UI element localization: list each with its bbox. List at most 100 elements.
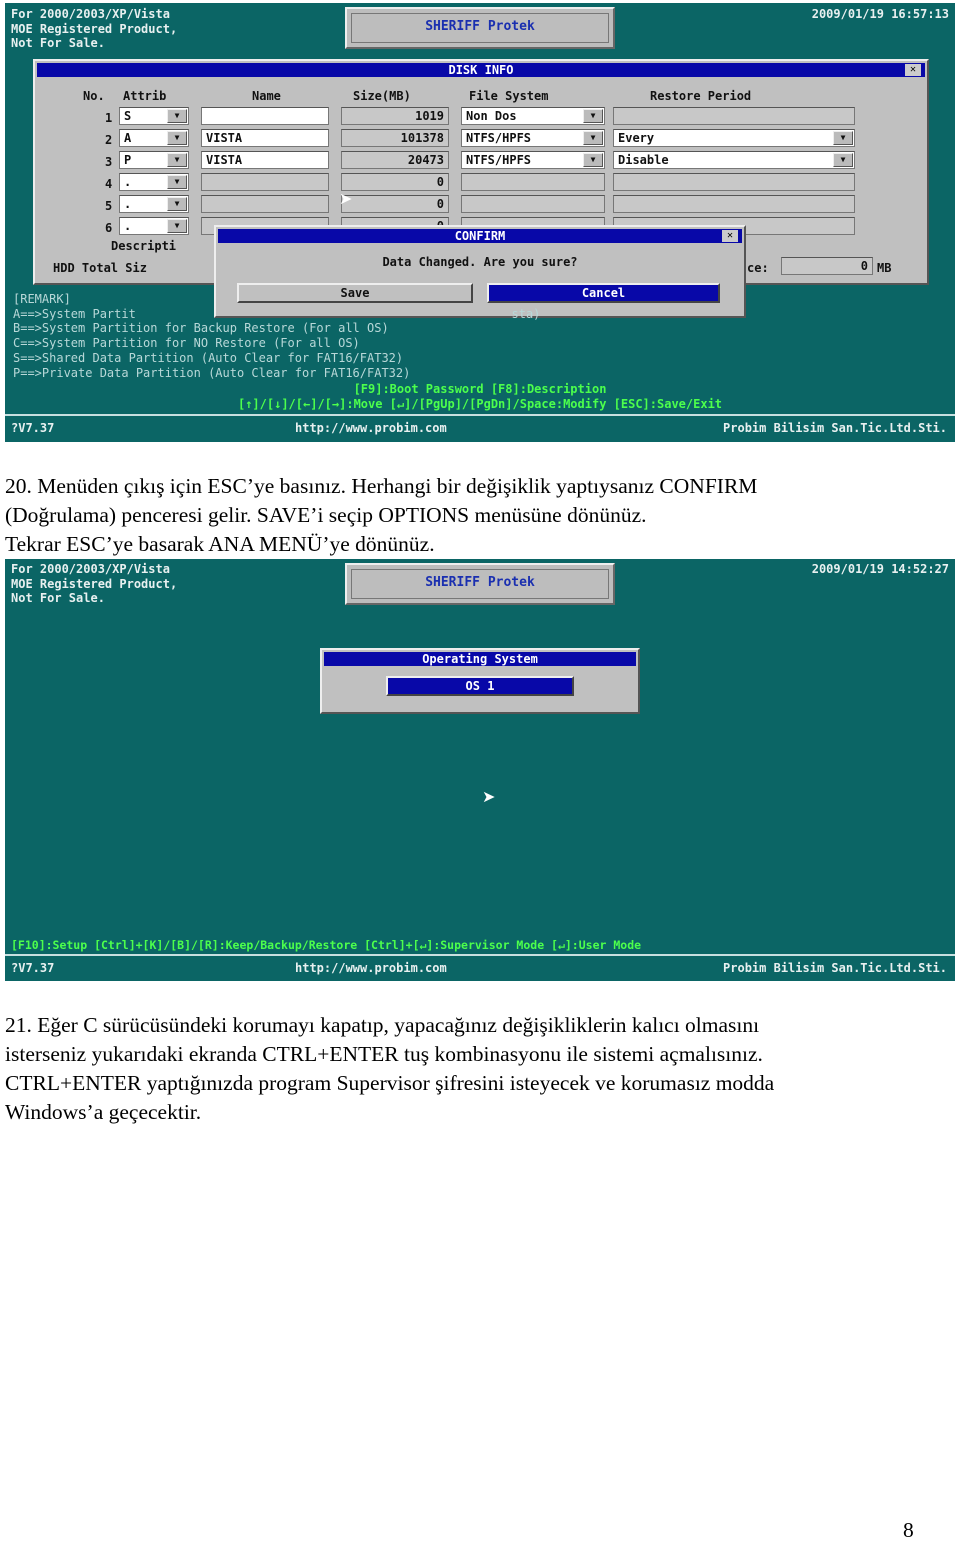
confirm-message: Data Changed. Are you sure? [382, 255, 578, 269]
attrib-select-value: . [124, 197, 132, 211]
col-restore-period: Restore Period [650, 89, 752, 103]
chevron-down-icon[interactable]: ▼ [167, 175, 187, 189]
text-line: Tekrar ESC’ye basarak ANA MENÜ’ye dönünü… [5, 532, 435, 556]
file-system-select[interactable]: NTFS/HPFS ▼ [461, 151, 605, 169]
key-hints-1: [F9]:Boot Password [F8]:Description [353, 382, 607, 396]
chevron-down-icon[interactable]: ▼ [167, 197, 187, 211]
attrib-select-value: P [124, 153, 132, 167]
header-line: For 2000/2003/XP/Vista [11, 562, 170, 576]
close-icon[interactable]: ✕ [905, 64, 921, 76]
divider [5, 954, 955, 956]
name-field[interactable]: VISTA [201, 151, 329, 169]
header-line: Not For Sale. [11, 591, 105, 605]
file-system-select[interactable] [461, 173, 605, 191]
name-field[interactable] [201, 195, 329, 213]
name-field[interactable] [201, 107, 329, 125]
attrib-select[interactable]: . ▼ [119, 195, 189, 213]
size-field: 101378 [341, 129, 449, 147]
name-field-value: VISTA [206, 153, 243, 167]
restore-period-select-value: Disable [618, 153, 669, 167]
disk-info-title: DISK INFO ✕ [37, 63, 925, 77]
datetime: 2009/01/19 16:57:13 [811, 7, 949, 21]
restore-period-select[interactable]: Disable ▼ [613, 151, 855, 169]
chevron-down-icon[interactable]: ▼ [833, 131, 853, 145]
size-field: 0 [341, 195, 449, 213]
attrib-select[interactable]: S ▼ [119, 107, 189, 125]
instruction-21: 21. Eğer C sürücüsündeki korumayı kapatı… [5, 1011, 774, 1127]
key-hints: [F10]:Setup [Ctrl]+[K]/[B]/[R]:Keep/Back… [11, 938, 642, 952]
divider [5, 414, 955, 416]
name-field[interactable] [201, 173, 329, 191]
file-system-select[interactable]: Non Dos ▼ [461, 107, 605, 125]
close-icon[interactable]: ✕ [722, 230, 738, 242]
remarks: [REMARK] A==>System Partit sta) B==>Syst… [13, 292, 540, 380]
attrib-select[interactable]: A ▼ [119, 129, 189, 147]
page-number: 8 [903, 1518, 914, 1542]
remark-line: S==>Shared Data Partition (Auto Clear fo… [13, 350, 404, 365]
col-name: Name [252, 89, 281, 103]
app-logo: SHERIFF Protek [345, 563, 615, 605]
remark-line: B==>System Partition for Backup Restore … [13, 321, 389, 336]
file-system-select-value: NTFS/HPFS [466, 153, 532, 167]
description-label: Descripti [111, 239, 177, 253]
website: http://www.probim.com [295, 961, 447, 975]
remark-line: [REMARK] [13, 292, 71, 306]
os-option-button[interactable]: OS 1 [386, 676, 574, 696]
free-unit: MB [877, 261, 892, 275]
header-line: Not For Sale. [11, 36, 105, 50]
row-number: 5 [105, 199, 113, 213]
chevron-down-icon[interactable]: ▼ [583, 109, 603, 123]
screenshot-os-menu: For 2000/2003/XP/Vista MOE Registered Pr… [5, 559, 955, 981]
chevron-down-icon[interactable]: ▼ [167, 109, 187, 123]
size-field: 20473 [341, 151, 449, 169]
name-field[interactable]: VISTA [201, 129, 329, 147]
restore-period-select[interactable] [613, 195, 855, 213]
restore-period-select[interactable] [613, 107, 855, 125]
free-label: ce: [747, 261, 769, 275]
chevron-down-icon[interactable]: ▼ [583, 131, 603, 145]
text-line: (Doğrulama) penceresi gelir. SAVE’i seçi… [5, 503, 647, 527]
file-system-select-value: NTFS/HPFS [466, 131, 532, 145]
chevron-down-icon[interactable]: ▼ [167, 131, 187, 145]
header-line: MOE Registered Product, [11, 21, 178, 36]
company: Probim Bilisim San.Tic.Ltd.Sti. [723, 961, 947, 975]
restore-period-select[interactable]: Every ▼ [613, 129, 855, 147]
remark-line: P==>Private Data Partition (Auto Clear f… [13, 365, 411, 380]
row-number: 1 [105, 111, 113, 125]
chevron-down-icon[interactable]: ▼ [833, 153, 853, 167]
app-logo: SHERIFF Protek [345, 7, 615, 49]
row-number: 6 [105, 221, 113, 235]
name-field-value: VISTA [206, 131, 243, 145]
restore-period-select[interactable] [613, 173, 855, 191]
file-system-select[interactable]: NTFS/HPFS ▼ [461, 129, 605, 147]
row-number: 3 [105, 155, 113, 169]
chevron-down-icon[interactable]: ▼ [167, 153, 187, 167]
col-file-system: File System [469, 89, 549, 103]
free-space-field: 0 [781, 257, 873, 275]
attrib-select-value: . [124, 219, 132, 233]
file-system-select[interactable] [461, 195, 605, 213]
product-info: For 2000/2003/XP/Vista MOE Registered Pr… [11, 562, 177, 606]
instruction-20: 20. Menüden çıkış için ESC’ye basınız. H… [5, 472, 757, 559]
product-info: For 2000/2003/XP/Vista MOE Registered Pr… [11, 7, 177, 51]
attrib-select[interactable]: P ▼ [119, 151, 189, 169]
col-size: Size(MB) [353, 89, 411, 103]
hdd-total-label: HDD Total Siz [53, 261, 147, 275]
confirm-title: CONFIRM ✕ [218, 229, 742, 243]
attrib-select-value: . [124, 175, 132, 189]
size-field-value: 20473 [407, 153, 444, 167]
header-line: For 2000/2003/XP/Vista [11, 7, 170, 21]
col-no: No. [83, 89, 105, 103]
mouse-cursor-icon: ➤ [482, 787, 496, 806]
datetime: 2009/01/19 14:52:27 [811, 562, 949, 576]
os-window-title: Operating System [324, 652, 636, 666]
attrib-select[interactable]: . ▼ [119, 173, 189, 191]
size-field-value: 0 [436, 175, 444, 189]
os-window: Operating System OS 1 [320, 648, 640, 714]
remark-line: C==>System Partition for NO Restore (For… [13, 336, 360, 351]
attrib-select[interactable]: . ▼ [119, 217, 189, 235]
chevron-down-icon[interactable]: ▼ [583, 153, 603, 167]
restore-period-select-value: Every [618, 131, 655, 145]
chevron-down-icon[interactable]: ▼ [167, 219, 187, 233]
row-number: 4 [105, 177, 113, 191]
